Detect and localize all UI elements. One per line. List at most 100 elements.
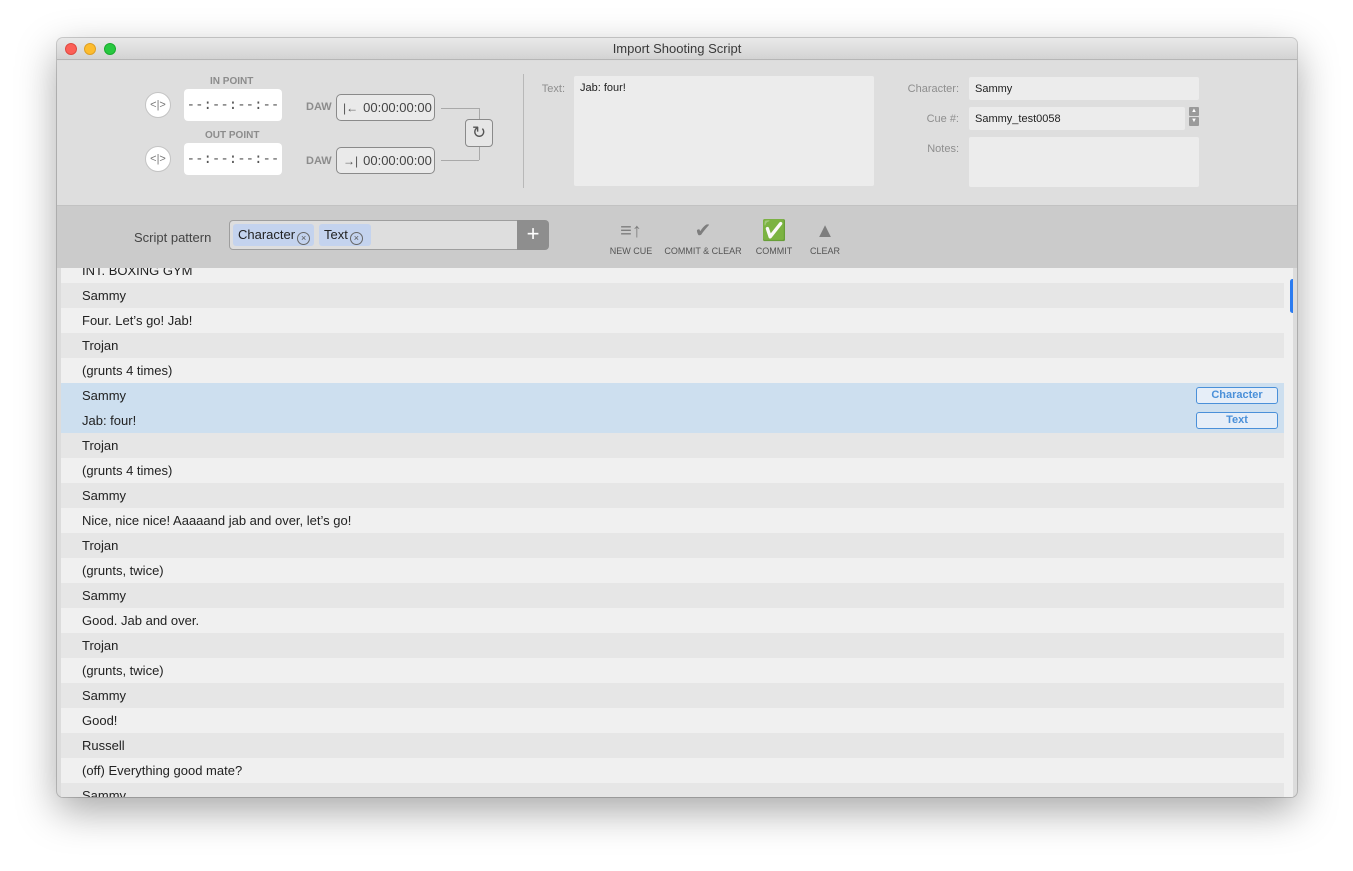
commit-clear-icon: ✔ (694, 220, 712, 242)
commit-clear-button[interactable]: ✔ COMMIT & CLEAR (663, 218, 743, 256)
script-row[interactable]: Sammy (61, 283, 1284, 308)
script-row[interactable]: (grunts 4 times) (61, 458, 1284, 483)
script-row[interactable]: Good. Jab and over. (61, 608, 1284, 633)
split-arrows-icon: <|> (150, 153, 166, 165)
increment-arrow-icon[interactable]: ▲ (1189, 107, 1199, 116)
daw-in-timecode[interactable]: |← 00:00:00:00 (336, 94, 435, 121)
close-window-button[interactable] (65, 43, 77, 55)
commit-button[interactable]: ✅ COMMIT (751, 218, 797, 256)
script-row-text: Trojan (82, 438, 119, 453)
out-point-timecode[interactable]: --:--:--:-- (184, 143, 282, 175)
script-pattern-field[interactable]: Character × Text × (229, 220, 518, 250)
script-row-text: Sammy (82, 588, 127, 603)
panel-divider (523, 74, 524, 188)
window-title: Import Shooting Script (612, 41, 742, 56)
add-pattern-button[interactable]: + (517, 220, 549, 250)
remove-token-icon[interactable]: × (349, 232, 363, 245)
broom-icon: ▲ (815, 220, 835, 242)
daw-in-value: 00:00:00:00 (363, 100, 432, 115)
script-row-text: Trojan (82, 638, 119, 653)
link-line (441, 108, 479, 109)
script-row[interactable]: Trojan (61, 633, 1284, 658)
script-row[interactable]: Trojan (61, 533, 1284, 558)
cue-number-label: Cue #: (926, 113, 959, 125)
row-tag-text[interactable]: Text (1196, 412, 1278, 429)
daw-in-label: DAW (306, 101, 332, 113)
script-list[interactable]: INT. BOXING GYM Sammy Four. Let’s go! Jab!… (61, 268, 1293, 797)
minimize-window-button[interactable] (84, 43, 96, 55)
script-row[interactable]: Four. Let’s go! Jab! (61, 308, 1284, 333)
script-row[interactable]: Sammy (61, 683, 1284, 708)
decrement-arrow-icon[interactable]: ▼ (1189, 117, 1199, 126)
cue-editor-panel: IN POINT <|> --:--:--:-- OUT POINT <|> -… (57, 61, 1297, 205)
text-label: Text: (541, 83, 565, 95)
character-field[interactable]: Sammy (969, 77, 1199, 100)
new-cue-button[interactable]: ≡↑ NEW CUE (607, 218, 655, 256)
script-row[interactable]: Nice, nice nice! Aaaaand jab and over, l… (61, 508, 1284, 533)
script-row-text: Good! (82, 713, 118, 728)
scrollbar-thumb[interactable] (1290, 279, 1293, 313)
notes-field[interactable] (969, 137, 1199, 187)
new-cue-label: NEW CUE (609, 246, 653, 256)
script-row-text: INT. BOXING GYM (82, 268, 193, 278)
cue-number-field[interactable]: Sammy_test0058 (969, 107, 1185, 130)
go-to-out-icon: →| (343, 154, 359, 168)
new-cue-icon: ≡↑ (620, 220, 642, 242)
daw-out-timecode[interactable]: →| 00:00:00:00 (336, 147, 435, 174)
script-row[interactable]: Russell (61, 733, 1284, 758)
cue-number-stepper[interactable]: ▲ ▼ (1189, 107, 1199, 127)
script-row-text: Trojan (82, 538, 119, 553)
script-row-text: Four. Let’s go! Jab! (82, 313, 193, 328)
out-point-label: OUT POINT (205, 130, 260, 141)
remove-token-icon[interactable]: × (297, 232, 311, 245)
script-row-text: Nice, nice nice! Aaaaand jab and over, l… (82, 513, 352, 528)
script-row[interactable]: Sammy (61, 783, 1284, 797)
split-arrows-icon: <|> (150, 99, 166, 111)
script-toolbar: Script pattern Character × Text × + ≡↑ NEW… (57, 205, 1297, 268)
script-row-text: (off) Everything good mate? (82, 763, 243, 778)
script-row[interactable]: Trojan (61, 333, 1284, 358)
in-point-label: IN POINT (210, 76, 254, 87)
commit-clear-label: COMMIT & CLEAR (664, 246, 742, 256)
set-in-point-button[interactable]: <|> (145, 92, 171, 118)
script-row[interactable]: (grunts 4 times) (61, 358, 1284, 383)
script-row[interactable]: (grunts, twice) (61, 558, 1284, 583)
title-bar[interactable]: Import Shooting Script (57, 38, 1297, 60)
link-line (441, 160, 479, 161)
maximize-window-button[interactable] (104, 43, 116, 55)
text-field[interactable]: Jab: four! (574, 76, 874, 186)
in-point-timecode[interactable]: --:--:--:-- (184, 89, 282, 121)
script-row-text: Sammy (82, 688, 127, 703)
script-row-text: Sammy (82, 488, 127, 503)
clear-label: CLEAR (809, 246, 840, 256)
script-row[interactable]: Good! (61, 708, 1284, 733)
set-out-point-button[interactable]: <|> (145, 146, 171, 172)
sync-timecode-button[interactable]: ↻ (465, 119, 493, 147)
refresh-icon: ↻ (471, 123, 487, 142)
daw-out-label: DAW (306, 155, 332, 167)
script-row[interactable]: (off) Everything good mate? (61, 758, 1284, 783)
row-tag-character[interactable]: Character (1196, 387, 1278, 404)
token-label: Text (324, 227, 348, 242)
script-row[interactable]: Sammy (61, 483, 1284, 508)
script-row-text: (grunts 4 times) (82, 363, 173, 378)
character-label: Character: (907, 83, 959, 95)
script-row[interactable]: Sammy Character (61, 383, 1284, 408)
pattern-token-character[interactable]: Character × (233, 224, 314, 246)
script-row[interactable]: Jab: four! Text (61, 408, 1284, 433)
check-circle-icon: ✅ (761, 220, 787, 242)
script-row[interactable]: INT. BOXING GYM (61, 268, 1284, 283)
go-to-in-icon: |← (343, 101, 359, 115)
script-row[interactable]: (grunts, twice) (61, 658, 1284, 683)
script-row-text: Sammy (82, 288, 127, 303)
script-row[interactable]: Trojan (61, 433, 1284, 458)
script-row-text: (grunts, twice) (82, 663, 164, 678)
token-label: Character (238, 227, 296, 242)
script-row-text: Good. Jab and over. (82, 613, 200, 628)
clear-button[interactable]: ▲ CLEAR (805, 218, 845, 256)
script-row-text: Sammy (82, 388, 127, 403)
pattern-token-text[interactable]: Text × (319, 224, 371, 246)
script-row-text: Russell (82, 738, 125, 753)
script-row-text: Trojan (82, 338, 119, 353)
script-row[interactable]: Sammy (61, 583, 1284, 608)
